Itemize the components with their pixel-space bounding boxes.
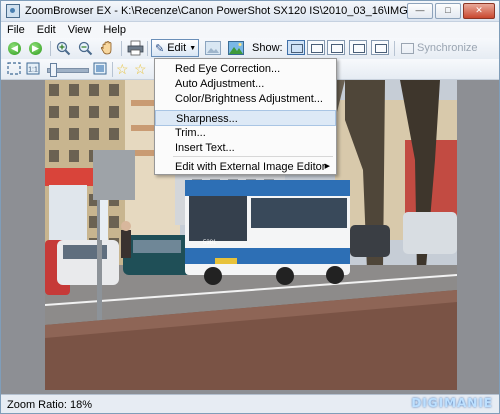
sync-icon — [401, 43, 414, 54]
main-toolbar: ◀ ▶ ✎ Edit ▼ Show: Synchronize — [1, 38, 499, 60]
minimize-button[interactable]: — — [407, 3, 433, 19]
zoom-out-button[interactable] — [78, 41, 93, 56]
zoombrowser-window: ZoomBrowser EX - K:\Recenze\Canon PowerS… — [0, 0, 500, 414]
view-triple-button[interactable] — [349, 40, 367, 55]
menu-external-editor[interactable]: Edit with External Image Editor ▶ — [155, 159, 336, 175]
image-icon — [205, 41, 221, 55]
menu-file[interactable]: File — [1, 24, 31, 36]
view-split-horizontal-button[interactable] — [307, 40, 325, 55]
image-button-1[interactable] — [205, 41, 221, 55]
triple-view-icon — [353, 44, 365, 53]
digimanie-watermark: DIGIMANIE — [411, 396, 493, 410]
menu-auto-adjustment[interactable]: Auto Adjustment... — [155, 76, 336, 92]
menu-color-brightness-adjustment[interactable]: Color/Brightness Adjustment... — [155, 91, 336, 107]
zoom-slider-thumb[interactable] — [50, 63, 57, 77]
edit-dropdown-button[interactable]: ✎ Edit ▼ — [151, 39, 199, 57]
back-arrow-icon: ◀ — [8, 42, 21, 55]
fit-window-button[interactable] — [7, 62, 21, 75]
full-screen-icon — [93, 62, 107, 75]
chevron-down-icon: ▼ — [189, 44, 197, 52]
back-button[interactable]: ◀ — [8, 42, 21, 55]
split-vertical-icon — [331, 44, 343, 53]
maximize-button[interactable]: □ — [435, 3, 461, 19]
printer-icon — [127, 40, 144, 56]
quad-view-icon — [375, 44, 387, 53]
menu-edit[interactable]: Edit — [31, 24, 62, 36]
image-button-2[interactable] — [228, 41, 244, 55]
status-bar: Zoom Ratio: 18% DIGIMANIE — [1, 394, 499, 413]
zoom-out-icon — [78, 41, 93, 56]
full-screen-button[interactable] — [93, 62, 107, 75]
menu-help[interactable]: Help — [97, 24, 132, 36]
fit-to-window-icon — [7, 62, 21, 75]
forward-arrow-icon: ▶ — [29, 42, 42, 55]
bus-number: 5381 — [203, 240, 217, 246]
star-button-1[interactable]: ☆ — [116, 61, 129, 78]
star-button-2[interactable]: ☆ — [134, 61, 147, 78]
close-button[interactable]: ✕ — [463, 3, 495, 19]
menu-trim[interactable]: Trim... — [155, 125, 336, 141]
view-single-button[interactable] — [287, 40, 305, 55]
app-icon — [6, 4, 20, 18]
landscape-image-icon — [228, 41, 244, 55]
actual-size-button[interactable]: 1:1 — [26, 62, 40, 75]
zoom-ratio-text: Zoom Ratio: 18% — [7, 398, 92, 411]
pencil-icon: ✎ — [155, 42, 165, 55]
zoom-in-icon — [56, 41, 71, 56]
pan-button[interactable] — [100, 40, 115, 56]
star-icon: ☆ — [116, 61, 129, 77]
print-button[interactable] — [127, 40, 144, 56]
watermark-left: DIGI — [411, 396, 445, 410]
edit-button-label: Edit — [167, 42, 187, 54]
menu-red-eye-correction[interactable]: Red Eye Correction... — [155, 61, 336, 77]
split-horizontal-icon — [311, 44, 323, 53]
menu-sharpness[interactable]: Sharpness... — [155, 110, 336, 126]
forward-button[interactable]: ▶ — [29, 42, 42, 55]
menu-view[interactable]: View — [62, 24, 98, 36]
menu-external-editor-label: Edit with External Image Editor — [175, 161, 326, 173]
actual-size-icon: 1:1 — [26, 62, 40, 75]
submenu-arrow-icon: ▶ — [324, 163, 330, 170]
menu-bar: File Edit View Help — [1, 22, 499, 39]
edit-dropdown-menu: Red Eye Correction... Auto Adjustment...… — [154, 58, 337, 175]
view-split-vertical-button[interactable] — [327, 40, 345, 55]
menu-separator — [173, 156, 333, 157]
show-label: Show: — [252, 42, 283, 54]
watermark-right: MANIE — [444, 396, 493, 410]
view-quad-button[interactable] — [371, 40, 389, 55]
zoom-in-button[interactable] — [56, 41, 71, 56]
menu-insert-text[interactable]: Insert Text... — [155, 140, 336, 156]
window-title: ZoomBrowser EX - K:\Recenze\Canon PowerS… — [25, 5, 407, 17]
hand-icon — [100, 41, 112, 55]
svg-text:1:1: 1:1 — [28, 67, 38, 74]
star-icon: ☆ — [134, 61, 147, 77]
single-view-icon — [291, 44, 303, 53]
synchronize-button[interactable]: Synchronize — [417, 42, 478, 54]
title-bar: ZoomBrowser EX - K:\Recenze\Canon PowerS… — [1, 1, 499, 22]
